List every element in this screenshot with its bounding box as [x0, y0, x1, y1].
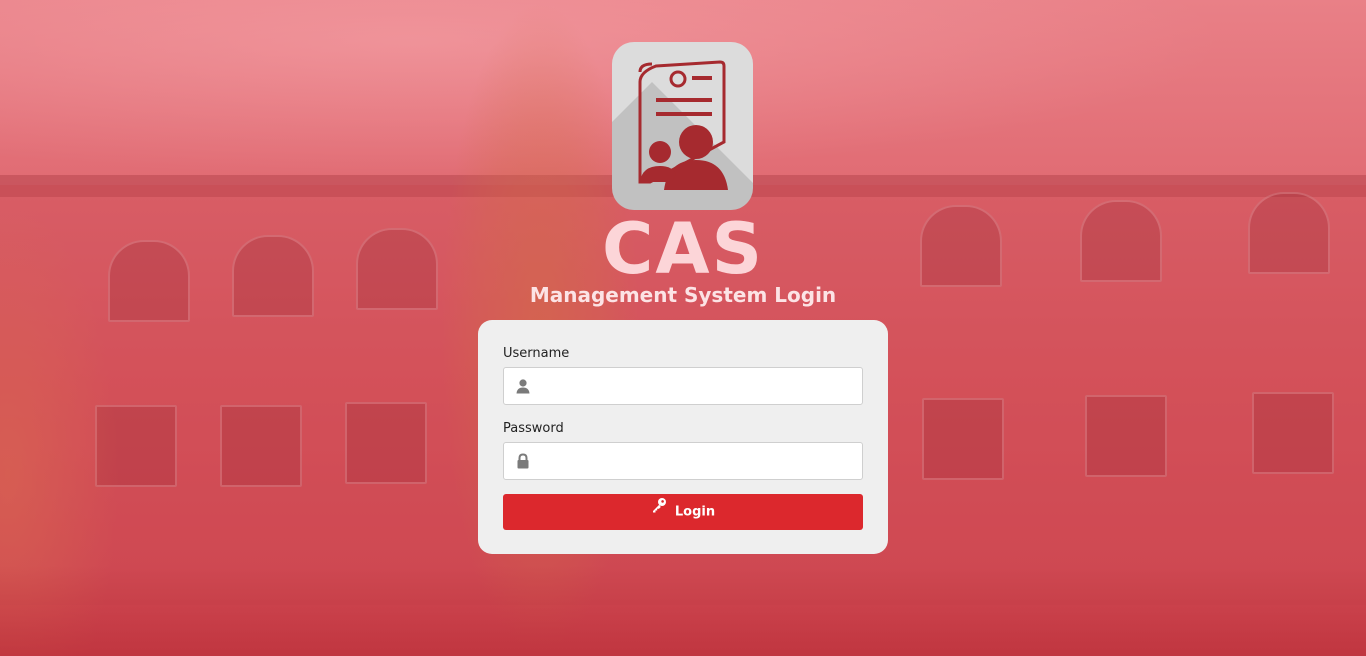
login-button[interactable]: Login	[503, 494, 863, 530]
app-subtitle: Management System Login	[529, 283, 837, 307]
login-card: Username Password Login	[478, 320, 888, 554]
app-title: CAS	[602, 208, 764, 290]
password-field[interactable]	[503, 442, 863, 481]
username-label: Username	[503, 346, 570, 361]
password-input[interactable]	[540, 443, 862, 481]
username-field[interactable]	[503, 367, 863, 406]
document-users-icon	[638, 60, 728, 190]
login-button-label: Login	[674, 504, 716, 520]
user-icon	[515, 378, 531, 394]
lock-icon	[515, 453, 531, 469]
username-input[interactable]	[540, 368, 862, 406]
app-logo	[612, 42, 753, 210]
password-label: Password	[503, 421, 564, 436]
key-icon	[651, 492, 667, 528]
